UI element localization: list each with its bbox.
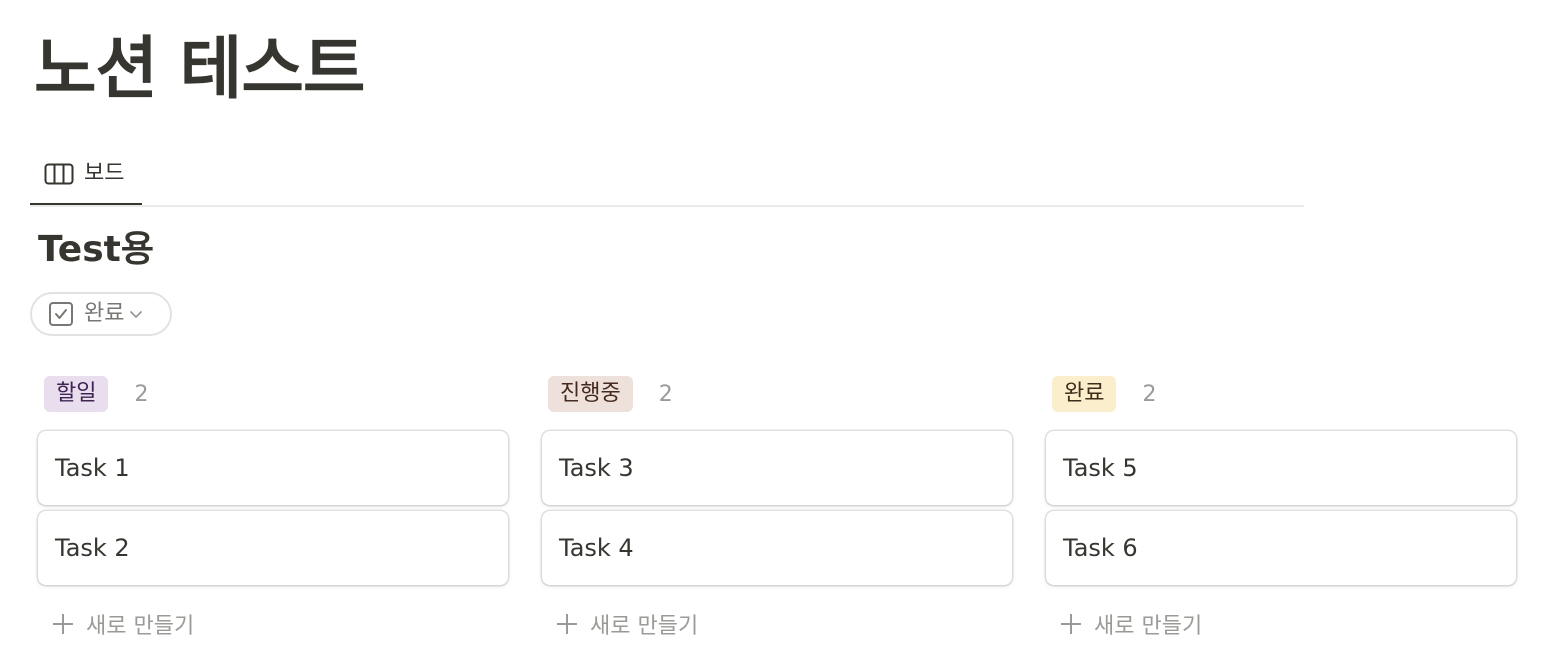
group-by-label: 완료: [84, 301, 125, 326]
board-column-done: 완료 2 Task 5 Task 6 새로 만들기: [1046, 372, 1520, 639]
column-count: 2: [1142, 381, 1157, 407]
status-tag[interactable]: 진행중: [548, 376, 633, 412]
group-by-filter-button[interactable]: 완료: [30, 292, 172, 336]
board-card[interactable]: Task 6: [1046, 511, 1516, 585]
board-card[interactable]: Task 5: [1046, 431, 1516, 505]
new-card-label: 새로 만들기: [590, 614, 699, 639]
card-title: Task 5: [1063, 454, 1138, 482]
new-card-label: 새로 만들기: [86, 614, 195, 639]
card-title: Task 2: [55, 534, 130, 562]
new-card-button[interactable]: 새로 만들기: [556, 606, 698, 642]
card-title: Task 6: [1063, 534, 1138, 562]
status-tag[interactable]: 할일: [44, 376, 109, 412]
board-card[interactable]: Task 1: [38, 431, 508, 505]
page-title[interactable]: 노션 테스트: [34, 30, 365, 110]
board-card[interactable]: Task 2: [38, 511, 508, 585]
column-count: 2: [134, 381, 149, 407]
column-header: 완료 2: [1046, 372, 1520, 416]
board-column-todo: 할일 2 Task 1 Task 2 새로 만들기: [38, 372, 512, 639]
column-header: 진행중 2: [542, 372, 1016, 416]
board-view-icon: [44, 163, 74, 185]
card-title: Task 1: [55, 454, 130, 482]
card-title: Task 3: [559, 454, 634, 482]
plus-icon: [1060, 613, 1082, 635]
chevron-down-icon: [128, 306, 144, 322]
card-title: Task 4: [559, 534, 634, 562]
new-card-label: 새로 만들기: [1094, 614, 1203, 639]
view-tabs: 보드: [30, 144, 1304, 207]
board-column-in-progress: 진행중 2 Task 3 Task 4 새로 만들기: [542, 372, 1016, 639]
plus-icon: [52, 613, 74, 635]
tab-board-label: 보드: [84, 160, 125, 186]
column-header: 할일 2: [38, 372, 512, 416]
checkbox-icon: [48, 301, 74, 327]
tab-board[interactable]: 보드: [30, 144, 142, 205]
board-card[interactable]: Task 3: [542, 431, 1012, 505]
database-title[interactable]: Test용: [38, 224, 154, 276]
new-card-button[interactable]: 새로 만들기: [52, 606, 194, 642]
column-count: 2: [658, 381, 673, 407]
status-tag[interactable]: 완료: [1052, 376, 1117, 412]
new-card-button[interactable]: 새로 만들기: [1060, 606, 1202, 642]
board-card[interactable]: Task 4: [542, 511, 1012, 585]
plus-icon: [556, 613, 578, 635]
